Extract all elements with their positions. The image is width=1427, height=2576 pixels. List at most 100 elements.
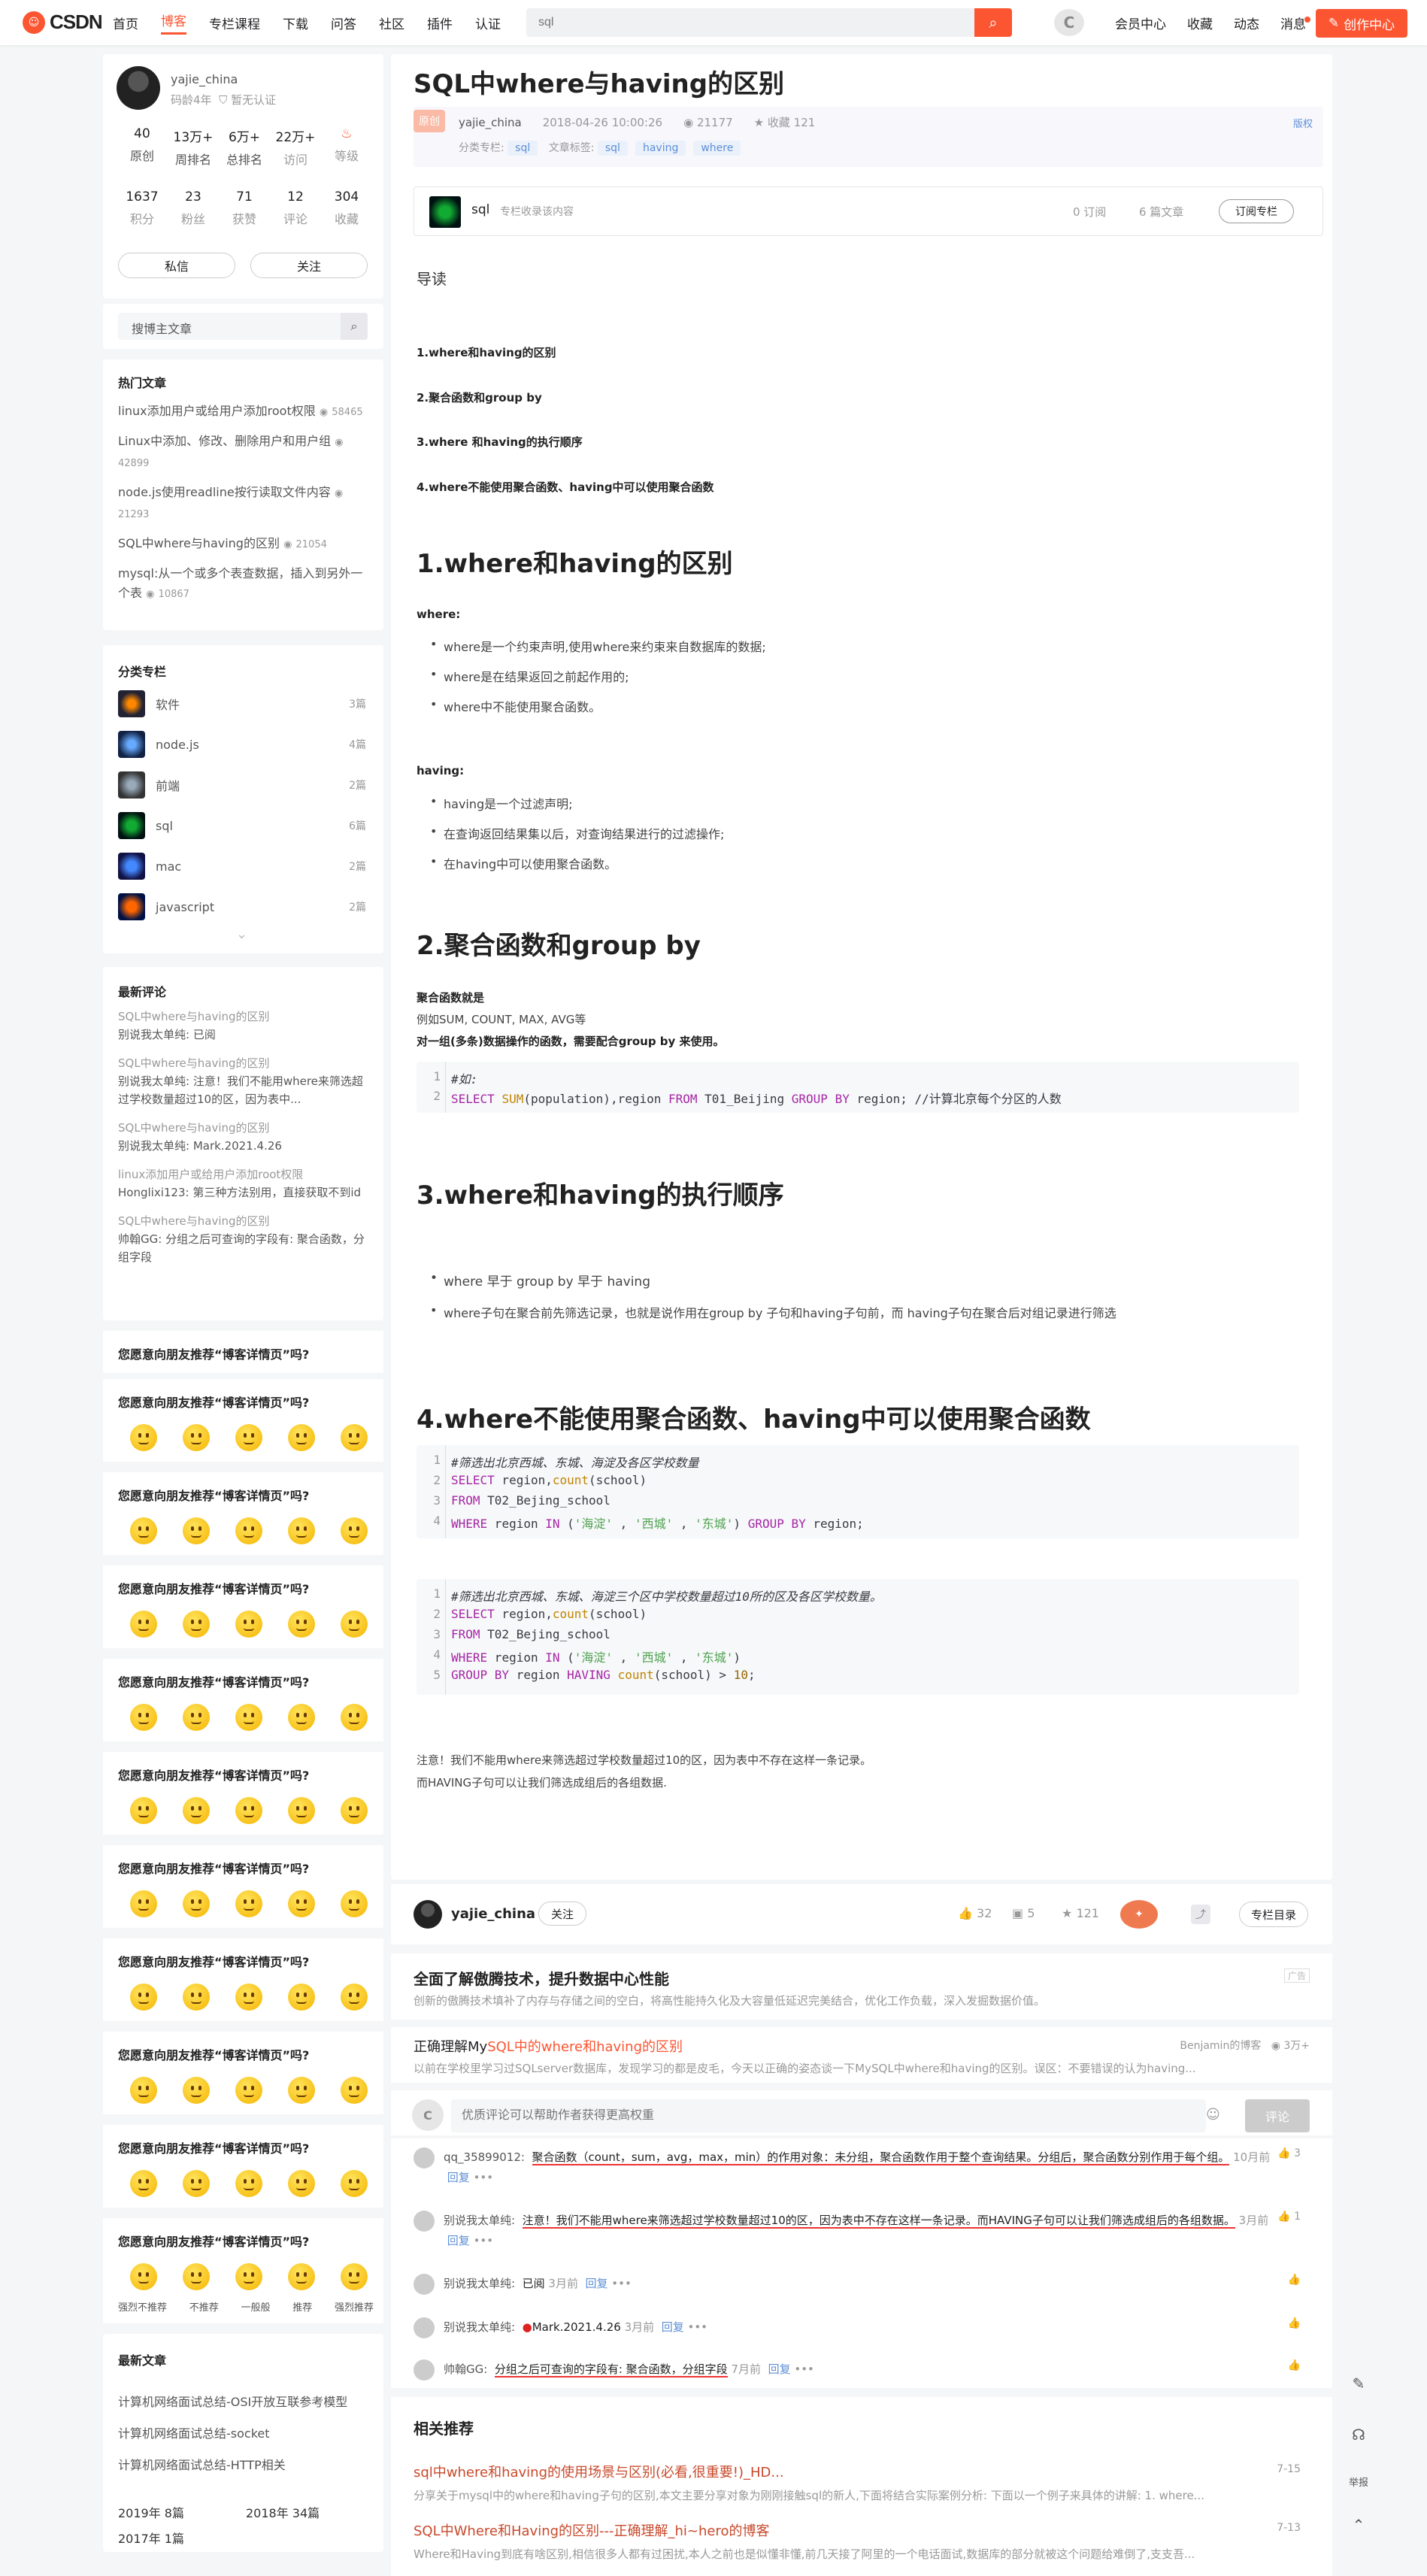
commenter-name[interactable]: 帅翰GG: (444, 2362, 487, 2376)
face-great-icon[interactable] (341, 2170, 368, 2197)
face-very-bad-icon[interactable] (130, 2077, 157, 2104)
category-item[interactable]: 前端 2篇 (118, 770, 366, 800)
face-neutral-icon[interactable] (235, 2263, 262, 2290)
meta-favorites[interactable]: ★ 收藏 121 (754, 114, 816, 130)
meta-author[interactable]: yajie_china (459, 116, 522, 129)
stat-level[interactable]: ♨ 等级 (321, 126, 372, 168)
face-good-icon[interactable] (288, 1890, 315, 1917)
edit-icon[interactable]: ✎ (1344, 2368, 1374, 2399)
author-avatar[interactable] (117, 66, 160, 110)
face-bad-icon[interactable] (183, 2170, 210, 2197)
archive-year[interactable]: 2018年 34篇 (246, 2506, 320, 2520)
archive-year[interactable]: 2017年 1篇 (118, 2532, 184, 2546)
face-good-icon[interactable] (288, 1704, 315, 1731)
face-neutral-icon[interactable] (235, 1704, 262, 1731)
hot-article-item[interactable]: mysql:从一个或多个表查数据，插入到另外一个表 ◉ 10867 (118, 564, 366, 605)
commenter-avatar[interactable] (414, 2211, 435, 2232)
latest-article-item[interactable]: 计算机网络面试总结-OSI开放互联参考模型 (118, 2387, 347, 2418)
category-item[interactable]: sql 6篇 (118, 811, 366, 841)
comment-like[interactable]: 👍 1 (1277, 2211, 1301, 2223)
face-very-bad-icon[interactable] (130, 2170, 157, 2197)
category-item[interactable]: mac 2篇 (118, 851, 366, 881)
favorite-button[interactable]: ★ 121 (1062, 1906, 1099, 1920)
commenter-avatar[interactable] (414, 2147, 435, 2168)
search-button[interactable]: ⌕ (974, 8, 1012, 37)
face-great-icon[interactable] (341, 2263, 368, 2290)
recent-comment-item[interactable]: SQL中where与having的区别 别说我太单纯: Mark.2021.4.2… (118, 1119, 366, 1155)
commenter-name[interactable]: 别说我太单纯: (444, 2277, 515, 2290)
nav-download[interactable]: 下载 (283, 14, 308, 32)
csdn-logo[interactable]: ☺ CSDN (23, 11, 103, 34)
commenter-name[interactable]: qq_35899012: (444, 2150, 525, 2164)
create-center-button[interactable]: ✎ 创作中心 (1316, 9, 1407, 38)
face-great-icon[interactable] (341, 1517, 368, 1544)
sql-column-icon[interactable] (429, 196, 461, 228)
face-great-icon[interactable] (341, 1704, 368, 1731)
related-item-title[interactable]: SQL中Where和Having的区别---正确理解_hi~hero的博客 (414, 2520, 1301, 2540)
nav-cert[interactable]: 认证 (475, 14, 501, 32)
thumb-up-icon[interactable]: 👍 (1288, 2359, 1301, 2371)
hot-article-item[interactable]: Linux中添加、修改、删除用户和用户组 ◉ 42899 (118, 432, 366, 474)
reply-link[interactable]: 回复 (447, 2171, 470, 2184)
article-tag[interactable]: sql (597, 141, 628, 156)
face-great-icon[interactable] (341, 1890, 368, 1917)
face-neutral-icon[interactable] (235, 1984, 262, 2011)
category-tag[interactable]: sql (507, 141, 538, 156)
article-tag[interactable]: having (635, 141, 686, 156)
face-bad-icon[interactable] (183, 1704, 210, 1731)
archive-year[interactable]: 2019年 8篇 (118, 2501, 246, 2526)
recent-comment-item[interactable]: SQL中where与having的区别 别说我太单纯: 已阅 (118, 1008, 366, 1044)
commenter-name[interactable]: 别说我太单纯: (444, 2214, 515, 2227)
face-very-bad-icon[interactable] (130, 1797, 157, 1824)
messages-link[interactable]: 消息 (1280, 14, 1312, 32)
face-good-icon[interactable] (288, 2170, 315, 2197)
face-good-icon[interactable] (288, 1984, 315, 2011)
commenter-avatar[interactable] (414, 2359, 435, 2381)
follow-button[interactable]: 关注 (250, 253, 368, 278)
emoji-icon[interactable]: ☺ (1206, 2107, 1220, 2123)
nav-home[interactable]: 首页 (113, 14, 138, 32)
face-great-icon[interactable] (341, 1424, 368, 1451)
hot-article-item[interactable]: linux添加用户或给用户添加root权限 ◉ 58465 (118, 402, 366, 423)
recent-comment-item[interactable]: SQL中where与having的区别 别说我太单纯: 注意！我们不能用where… (118, 1054, 366, 1108)
latest-article-item[interactable]: 计算机网络面试总结-socket (118, 2418, 347, 2450)
hot-article-item[interactable]: node.js使用readline按行读取文件内容 ◉ 21293 (118, 483, 366, 525)
related-item-title[interactable]: sql中where和having的使用场景与区别(必看,很重要!)_HD... (414, 2462, 1301, 2481)
recent-comment-item[interactable]: linux添加用户或给用户添加root权限 Honglixi123: 第三种方法别… (118, 1165, 366, 1202)
nav-blog[interactable]: 博客 (161, 11, 186, 35)
reply-link[interactable]: 回复 (768, 2362, 791, 2376)
favorites-link[interactable]: 收藏 (1187, 14, 1213, 32)
related-item[interactable]: SQL中Where和Having的区别---正确理解_hi~hero的博客 7-… (414, 2520, 1301, 2562)
search-icon[interactable]: ⌕ (341, 313, 368, 340)
code-block-3[interactable]: 1 #筛选出北京西城、东城、海淀三个区中学校数量超过10所的区及各区学校数量。 2… (417, 1579, 1299, 1695)
face-neutral-icon[interactable] (235, 1517, 262, 1544)
back-to-top-icon[interactable]: ⌃ (1344, 2510, 1374, 2540)
comment-button[interactable]: ▣ 5 (1012, 1906, 1035, 1920)
stat-week-rank[interactable]: 13万+ 周排名 (168, 126, 219, 168)
column-name[interactable]: sql (471, 202, 489, 217)
bottom-author-name[interactable]: yajie_china (451, 1906, 535, 1922)
recent-comment-item[interactable]: SQL中where与having的区别 帅翰GG: 分组之后可查询的字段有: 聚合… (118, 1212, 366, 1266)
report-button[interactable]: 举报 (1344, 2466, 1374, 2496)
face-good-icon[interactable] (288, 1517, 315, 1544)
commenter-avatar[interactable] (414, 2317, 435, 2338)
nav-courses[interactable]: 专栏课程 (209, 14, 260, 32)
thumb-up-icon[interactable]: 👍 (1288, 2317, 1301, 2329)
chevron-down-icon[interactable]: ⌄ (236, 926, 247, 942)
related-item[interactable]: sql中where和having的使用场景与区别(必看,很重要!)_HD... … (414, 2462, 1301, 2503)
hot-article-item[interactable]: SQL中where与having的区别 ◉ 21054 (118, 534, 366, 555)
face-very-bad-icon[interactable] (130, 1890, 157, 1917)
activity-link[interactable]: 动态 (1234, 14, 1259, 32)
related-top-title[interactable]: 正确理解MySQL中的where和having的区别 (414, 2036, 683, 2056)
nav-plugin[interactable]: 插件 (427, 14, 453, 32)
category-item[interactable]: javascript 2篇 (118, 892, 366, 922)
bottom-follow-button[interactable]: 关注 (538, 1902, 586, 1926)
face-bad-icon[interactable] (183, 1797, 210, 1824)
commenter-avatar[interactable] (414, 2274, 435, 2295)
nav-qa[interactable]: 问答 (331, 14, 356, 32)
code-block-1[interactable]: 1 #如: 2 SELECT SUM(population),region FROM… (417, 1062, 1299, 1113)
face-very-bad-icon[interactable] (130, 1611, 157, 1638)
thumb-up-icon[interactable]: 👍 (1288, 2274, 1301, 2286)
face-very-bad-icon[interactable] (130, 1424, 157, 1451)
share-icon[interactable]: ⤴ (1191, 1905, 1210, 1924)
